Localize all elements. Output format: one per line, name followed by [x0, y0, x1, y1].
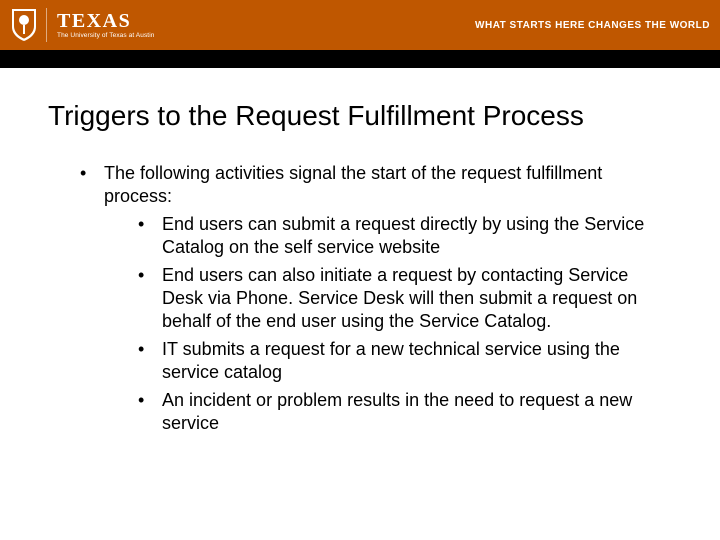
texas-crest-icon	[10, 7, 38, 43]
list-item: IT submits a request for a new technical…	[138, 338, 664, 385]
tagline: WHAT STARTS HERE CHANGES THE WORLD	[475, 20, 710, 31]
logo-wordmark: TEXAS	[57, 11, 154, 31]
header-bar: TEXAS The University of Texas at Austin …	[0, 0, 720, 50]
slide: TEXAS The University of Texas at Austin …	[0, 0, 720, 540]
list-item: The following activities signal the star…	[80, 162, 664, 435]
logo-divider	[46, 8, 47, 42]
list-item: End users can submit a request directly …	[138, 213, 664, 260]
list-item: End users can also initiate a request by…	[138, 264, 664, 334]
slide-title: Triggers to the Request Fulfillment Proc…	[48, 100, 720, 132]
slide-content: The following activities signal the star…	[80, 162, 664, 435]
list-item: An incident or problem results in the ne…	[138, 389, 664, 436]
black-strip	[0, 50, 720, 68]
logo-block: TEXAS The University of Texas at Austin	[10, 0, 154, 50]
intro-text: The following activities signal the star…	[104, 163, 602, 206]
logo-subtitle: The University of Texas at Austin	[57, 33, 154, 40]
logo-text: TEXAS The University of Texas at Austin	[57, 11, 154, 40]
